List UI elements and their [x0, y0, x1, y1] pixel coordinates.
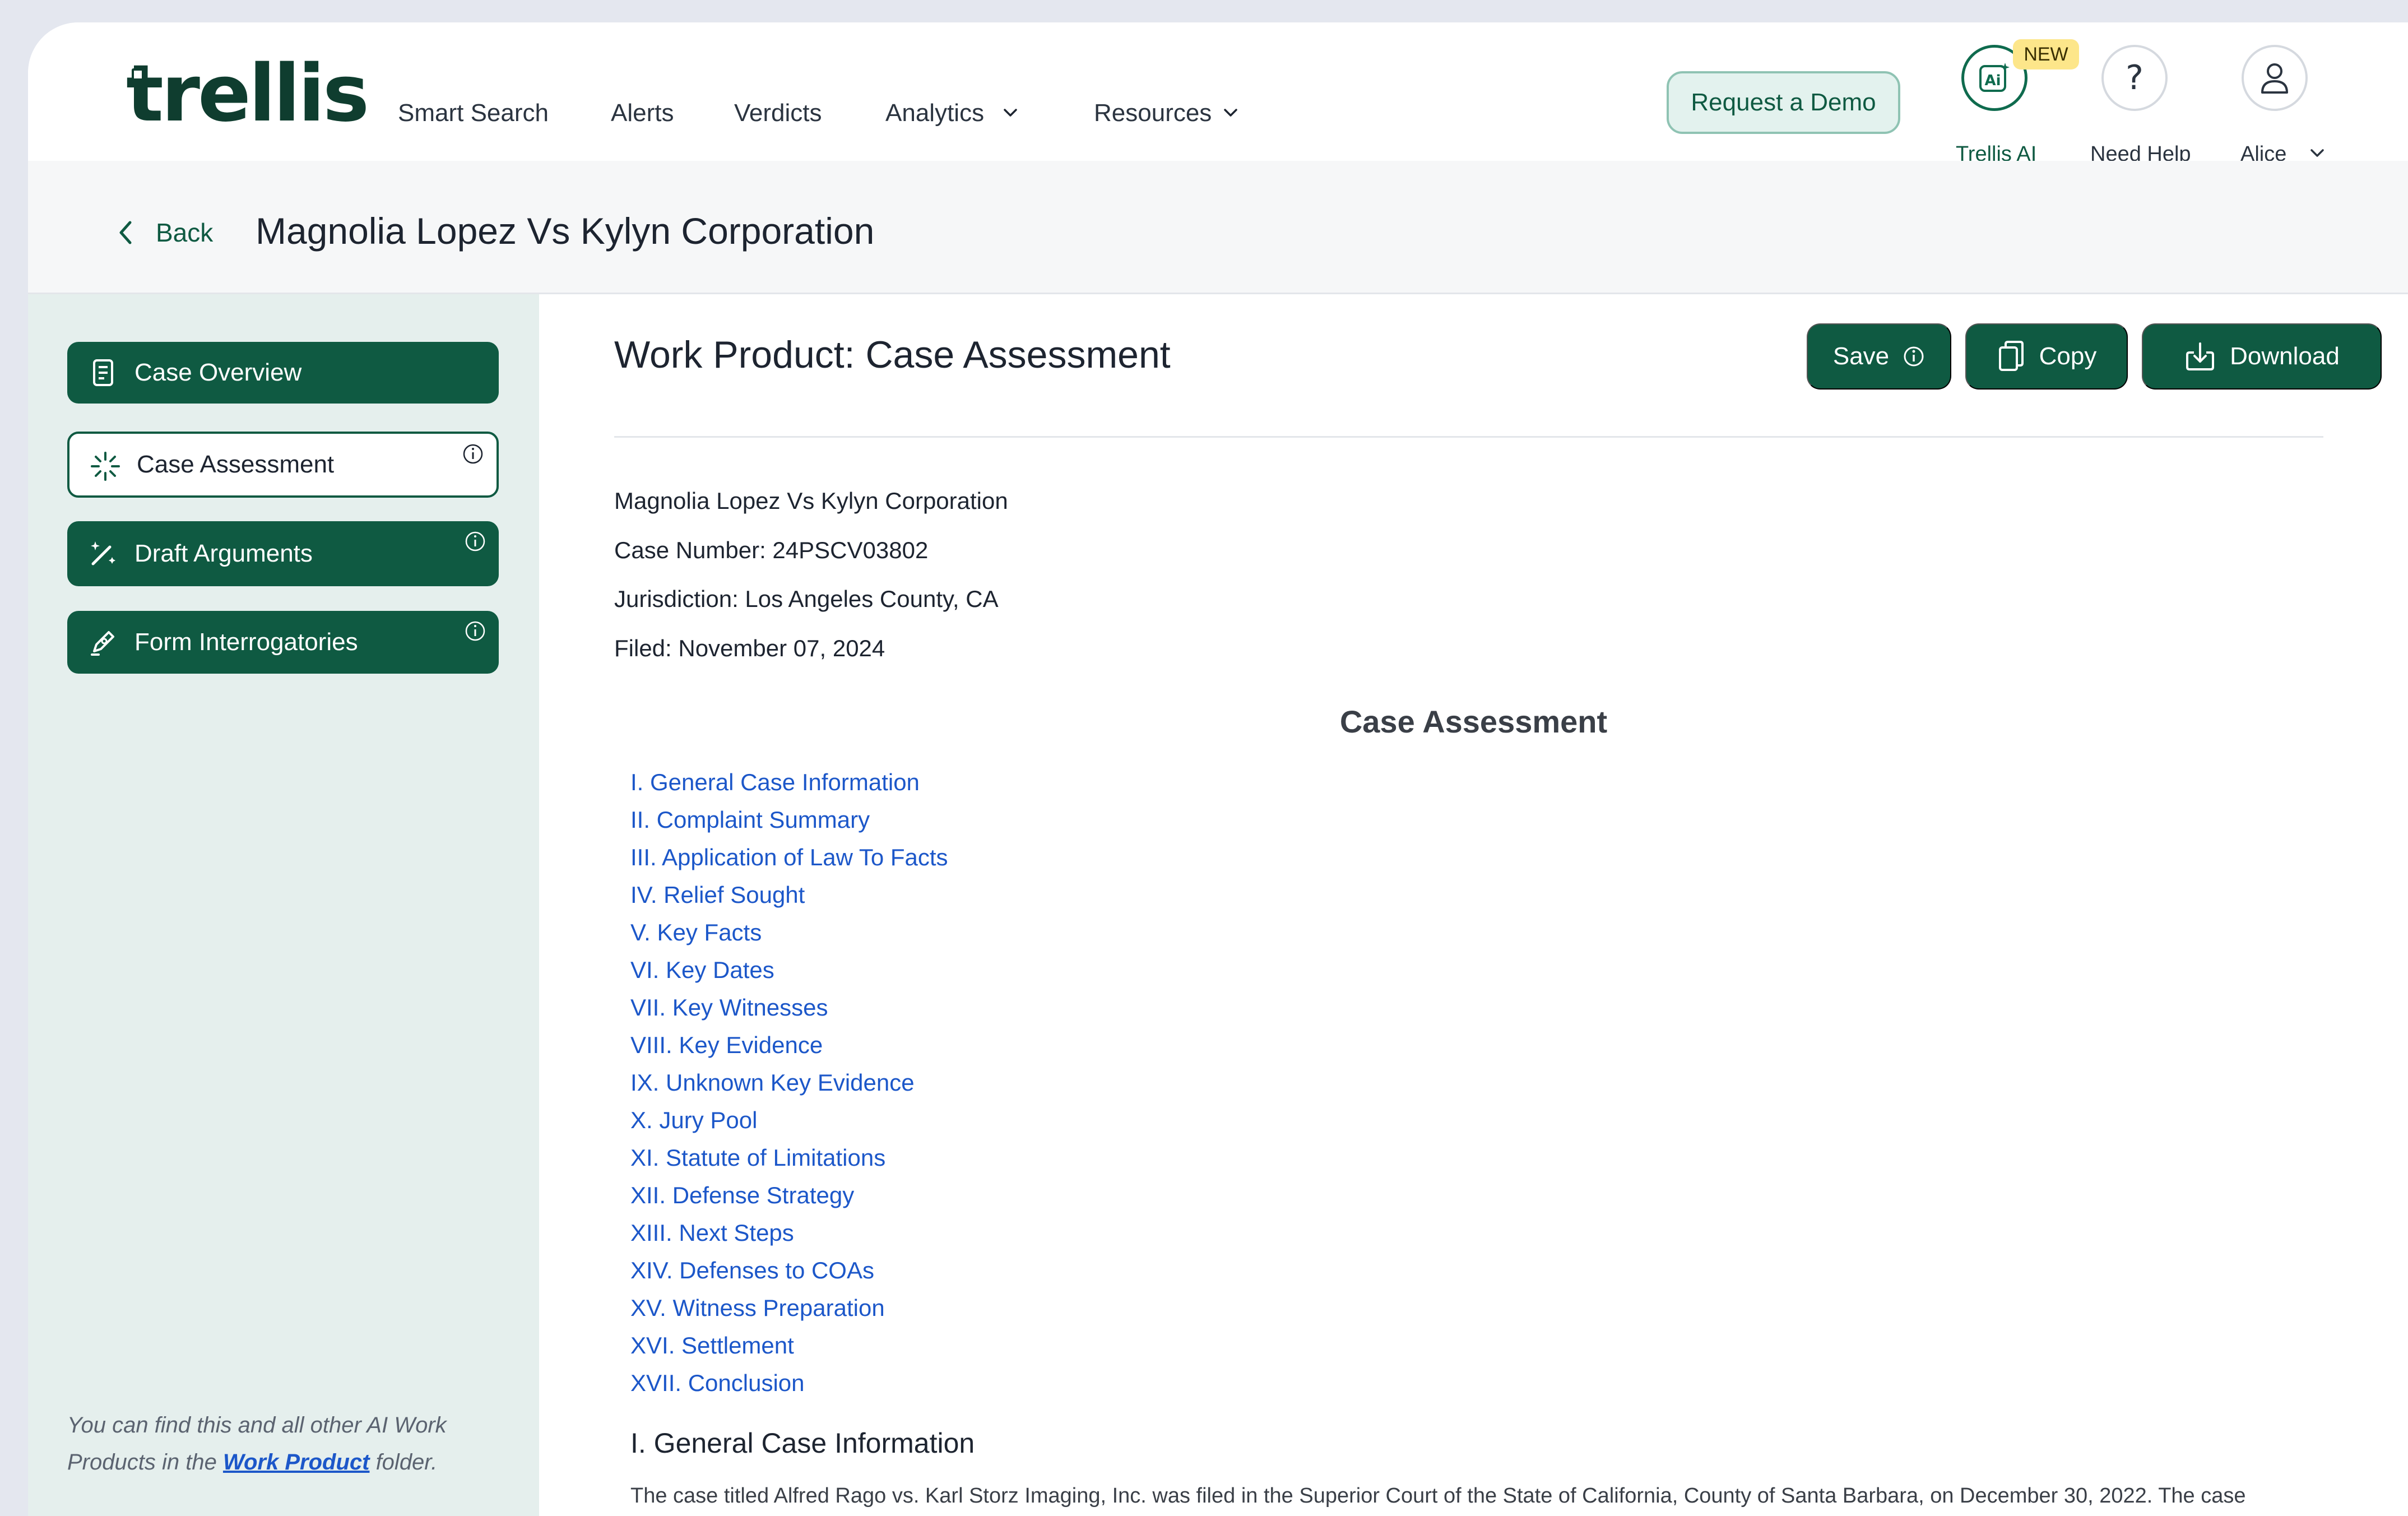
- sidebar-item-case-assessment[interactable]: Case Assessment: [67, 432, 499, 498]
- sidebar-item-form-interrogatories[interactable]: Form Interrogatories: [67, 611, 499, 674]
- trellis-logo[interactable]: trellis: [126, 55, 369, 133]
- sidebar-item-label: Case Overview: [134, 359, 302, 386]
- pen-icon: [91, 631, 114, 656]
- toc-link[interactable]: VII. Key Witnesses: [630, 996, 948, 1033]
- nav-verdicts[interactable]: Verdicts: [734, 101, 822, 126]
- general-case-info-heading: I. General Case Information: [630, 1427, 975, 1459]
- sidebar-item-case-overview[interactable]: Case Overview: [67, 342, 499, 404]
- chevron-down-icon[interactable]: [1223, 105, 1238, 120]
- info-icon[interactable]: [464, 620, 486, 642]
- toc-link[interactable]: XIV. Defenses to COAs: [630, 1259, 948, 1296]
- new-badge: NEW: [2013, 39, 2079, 69]
- sparkle-icon: [91, 452, 120, 481]
- work-product-link[interactable]: Work Product: [223, 1450, 370, 1475]
- save-label: Save: [1832, 342, 1890, 370]
- chevron-left-icon: [119, 221, 132, 244]
- nav-smart-search[interactable]: Smart Search: [398, 101, 549, 126]
- toc-link[interactable]: IX. Unknown Key Evidence: [630, 1071, 948, 1109]
- question-icon: ?: [2126, 58, 2143, 98]
- chevron-down-icon[interactable]: [1003, 105, 1018, 120]
- back-label: Back: [156, 218, 214, 247]
- toc-link[interactable]: I. General Case Information: [630, 771, 948, 808]
- download-icon: [2186, 342, 2215, 370]
- nav-alerts[interactable]: Alerts: [611, 101, 674, 126]
- trellis-ai-icon: Ai: [1979, 63, 2010, 92]
- toc-link[interactable]: IV. Relief Sought: [630, 883, 948, 921]
- info-icon[interactable]: [462, 443, 484, 465]
- toc-link[interactable]: V. Key Facts: [630, 921, 948, 958]
- toc-link[interactable]: II. Complaint Summary: [630, 808, 948, 846]
- copy-label: Copy: [2039, 342, 2097, 370]
- toc-link[interactable]: XV. Witness Preparation: [630, 1296, 948, 1334]
- work-product-note: You can find this and all other AI Work …: [67, 1413, 447, 1475]
- filed-date: Filed: November 07, 2024: [614, 635, 885, 661]
- toc-link[interactable]: XI. Statute of Limitations: [630, 1146, 948, 1184]
- case-name: Magnolia Lopez Vs Kylyn Corporation: [614, 488, 1008, 514]
- sidebar-item-label: Draft Arguments: [134, 540, 313, 567]
- toc-link[interactable]: XII. Defense Strategy: [630, 1184, 948, 1221]
- info-icon: [1904, 346, 1924, 367]
- copy-button[interactable]: Copy: [1965, 323, 2128, 390]
- case-title-bar: Back Magnolia Lopez Vs Kylyn Corporation: [28, 161, 2408, 294]
- scroll-icon: [93, 359, 113, 386]
- nav-resources[interactable]: Resources: [1094, 101, 1212, 126]
- sidebar: Case Overview Case Assessment Draft Argu…: [28, 294, 539, 1516]
- table-of-contents: I. General Case Information II. Complain…: [630, 771, 948, 1409]
- toc-link[interactable]: XVII. Conclusion: [630, 1371, 948, 1409]
- sidebar-item-label: Case Assessment: [137, 451, 335, 478]
- need-help-button[interactable]: ?: [2101, 45, 2168, 111]
- toc-link[interactable]: III. Application of Law To Facts: [630, 846, 948, 883]
- request-demo-button[interactable]: Request a Demo: [1667, 71, 1900, 134]
- toc-link[interactable]: X. Jury Pool: [630, 1109, 948, 1146]
- section-heading: Case Assessment: [1339, 704, 1608, 739]
- sidebar-item-label: Form Interrogatories: [134, 628, 358, 656]
- toc-link[interactable]: VI. Key Dates: [630, 958, 948, 996]
- work-product-title: Work Product: Case Assessment: [614, 333, 1171, 376]
- copy-icon: [1998, 341, 2024, 371]
- top-header: trellis Smart Search Alerts Verdicts Ana…: [28, 22, 2408, 165]
- divider: [614, 436, 2323, 438]
- general-case-info-text: The case titled Alfred Rago vs. Karl Sto…: [630, 1484, 2246, 1508]
- nav-analytics[interactable]: Analytics: [885, 101, 984, 126]
- download-button[interactable]: Download: [2142, 323, 2382, 390]
- download-label: Download: [2230, 342, 2340, 370]
- jurisdiction: Jurisdiction: Los Angeles County, CA: [614, 586, 999, 612]
- wand-icon: [91, 541, 115, 565]
- user-menu-button[interactable]: [2242, 45, 2308, 111]
- main-content: Work Product: Case Assessment Save Copy …: [539, 294, 2408, 1516]
- case-number: Case Number: 24PSCV03802: [614, 537, 929, 563]
- toc-link[interactable]: VIII. Key Evidence: [630, 1033, 948, 1071]
- save-button[interactable]: Save: [1807, 323, 1951, 390]
- app-window: trellis Smart Search Alerts Verdicts Ana…: [28, 22, 2408, 1516]
- user-icon: [2261, 63, 2288, 94]
- chevron-down-icon[interactable]: [2310, 147, 2325, 159]
- svg-text:Ai: Ai: [1984, 72, 2001, 89]
- page-title: Magnolia Lopez Vs Kylyn Corporation: [256, 210, 875, 252]
- back-button[interactable]: Back: [118, 220, 213, 245]
- sidebar-item-draft-arguments[interactable]: Draft Arguments: [67, 521, 499, 586]
- info-icon[interactable]: [464, 530, 486, 553]
- toc-link[interactable]: XIII. Next Steps: [630, 1221, 948, 1259]
- logo-mark-icon: [132, 68, 144, 81]
- toc-link[interactable]: XVI. Settlement: [630, 1334, 948, 1371]
